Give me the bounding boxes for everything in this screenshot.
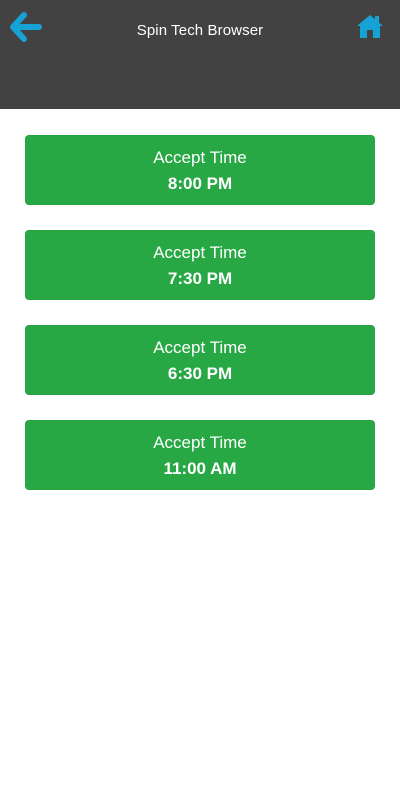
accept-time-button[interactable]: Accept Time 11:00 AM xyxy=(25,420,375,490)
accept-time-button[interactable]: Accept Time 8:00 PM xyxy=(25,135,375,205)
accept-time-label: Accept Time xyxy=(153,338,247,357)
accept-time-label: Accept Time xyxy=(153,433,247,452)
time-slot-list: Accept Time 8:00 PM Accept Time 7:30 PM … xyxy=(25,135,375,515)
app-header: Spin Tech Browser xyxy=(0,0,400,109)
home-icon xyxy=(357,15,383,38)
time-value: 8:00 PM xyxy=(167,174,233,193)
time-value: 7:30 PM xyxy=(167,269,233,288)
page-title: Spin Tech Browser xyxy=(136,22,264,39)
time-value: 6:30 PM xyxy=(167,364,233,383)
accept-time-label: Accept Time xyxy=(153,243,247,262)
home-button[interactable] xyxy=(356,12,384,40)
accept-time-button[interactable]: Accept Time 6:30 PM xyxy=(25,325,375,395)
accept-time-label: Accept Time xyxy=(153,148,247,167)
time-value: 11:00 AM xyxy=(163,459,237,478)
accept-time-button[interactable]: Accept Time 7:30 PM xyxy=(25,230,375,300)
